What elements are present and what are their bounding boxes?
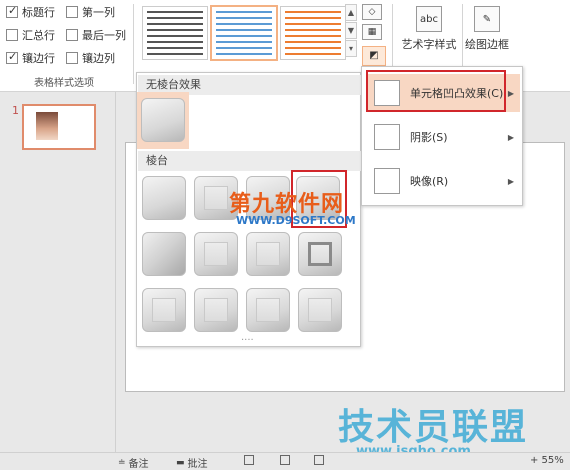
comment-icon: ▬ [176,457,185,468]
resize-handle[interactable]: ···· [241,335,254,346]
menu-highlight-box [366,70,506,112]
bevel-angle[interactable] [142,232,186,276]
table-style-2[interactable] [210,5,278,61]
wordart-icon: abc [416,6,442,32]
checkbox-icon[interactable] [66,52,78,64]
reading-view-button[interactable] [314,455,324,465]
bevel-divot[interactable] [142,288,186,332]
normal-view-button[interactable] [244,455,254,465]
bevel-slope[interactable] [298,232,342,276]
comments-button[interactable]: ▬ 批注 [176,455,208,470]
group-label: 表格样式选项 [34,78,94,89]
chevron-right-icon: ▶ [507,88,514,98]
paint-bucket-icon: ◇ [362,4,382,20]
photo-thumbnail [36,112,58,140]
total-row-option[interactable]: 汇总行 [6,27,55,43]
borders-button[interactable]: ▦ [362,24,382,44]
panel-divider [115,92,116,452]
slide-number: 1 [12,104,19,117]
banded-rows-option[interactable]: 镶边行 [6,50,55,66]
pencil-icon: ✎ [474,6,500,32]
table-style-3[interactable] [280,6,346,60]
status-bar: ≐ 备注 ▬ 批注 + 55% [0,452,570,470]
bevel-soft-round[interactable] [194,232,238,276]
checkbox-icon[interactable] [6,29,18,41]
more-styles-icon[interactable]: ▾ [345,40,357,57]
wordart-button[interactable]: abc 艺术字样式 [398,6,460,52]
header-row-option[interactable]: 标题行 [6,4,55,20]
bevel-heading: 棱台 [138,151,361,171]
slide-sorter-icon [280,455,290,465]
bevel-art-deco[interactable] [298,288,342,332]
watermark-top-en: WWW.D9SOFT.COM [236,214,356,227]
bevel-riblet[interactable] [194,288,238,332]
scroll-down-icon[interactable]: ▼ [345,22,357,39]
slide-thumbnail[interactable] [22,104,96,150]
bevel-circle[interactable] [142,176,186,220]
table-style-1[interactable] [142,6,208,60]
zoom-level[interactable]: + 55% [530,455,564,466]
shadow-icon [374,124,400,150]
last-column-option[interactable]: 最后一列 [66,27,126,43]
slide-sorter-button[interactable] [280,455,290,465]
no-bevel-option[interactable] [141,98,185,142]
scroll-up-icon[interactable]: ▲ [345,4,357,21]
borders-icon: ▦ [362,24,382,40]
bevel-hard-edge[interactable] [246,288,290,332]
menu-item-reflection[interactable]: 映像(R) ▶ [366,162,520,200]
checkbox-icon[interactable] [6,50,18,64]
checkbox-icon[interactable] [6,4,18,18]
notes-button[interactable]: ≐ 备注 [118,455,149,470]
banded-columns-option[interactable]: 镶边列 [66,50,115,66]
chevron-right-icon: ▶ [507,132,514,142]
effects-icon: ◩ [369,50,379,61]
chevron-right-icon: ▶ [507,176,514,186]
checkbox-icon[interactable] [66,6,78,18]
watermark-bottom-cn: 技术员联盟 [338,407,529,448]
notes-icon: ≐ [118,457,126,468]
shading-button[interactable]: ◇ [362,4,382,24]
checkbox-icon[interactable] [66,29,78,41]
bevel-convex[interactable] [246,232,290,276]
menu-item-shadow[interactable]: 阴影(S) ▶ [366,118,520,156]
normal-view-icon [244,455,254,465]
effects-button[interactable]: ◩ [362,46,386,66]
draw-borders-button[interactable]: ✎ 绘图边框 [462,6,512,52]
first-column-option[interactable]: 第一列 [66,4,115,20]
separator [133,4,134,84]
reflection-icon [374,168,400,194]
reading-view-icon [314,455,324,465]
